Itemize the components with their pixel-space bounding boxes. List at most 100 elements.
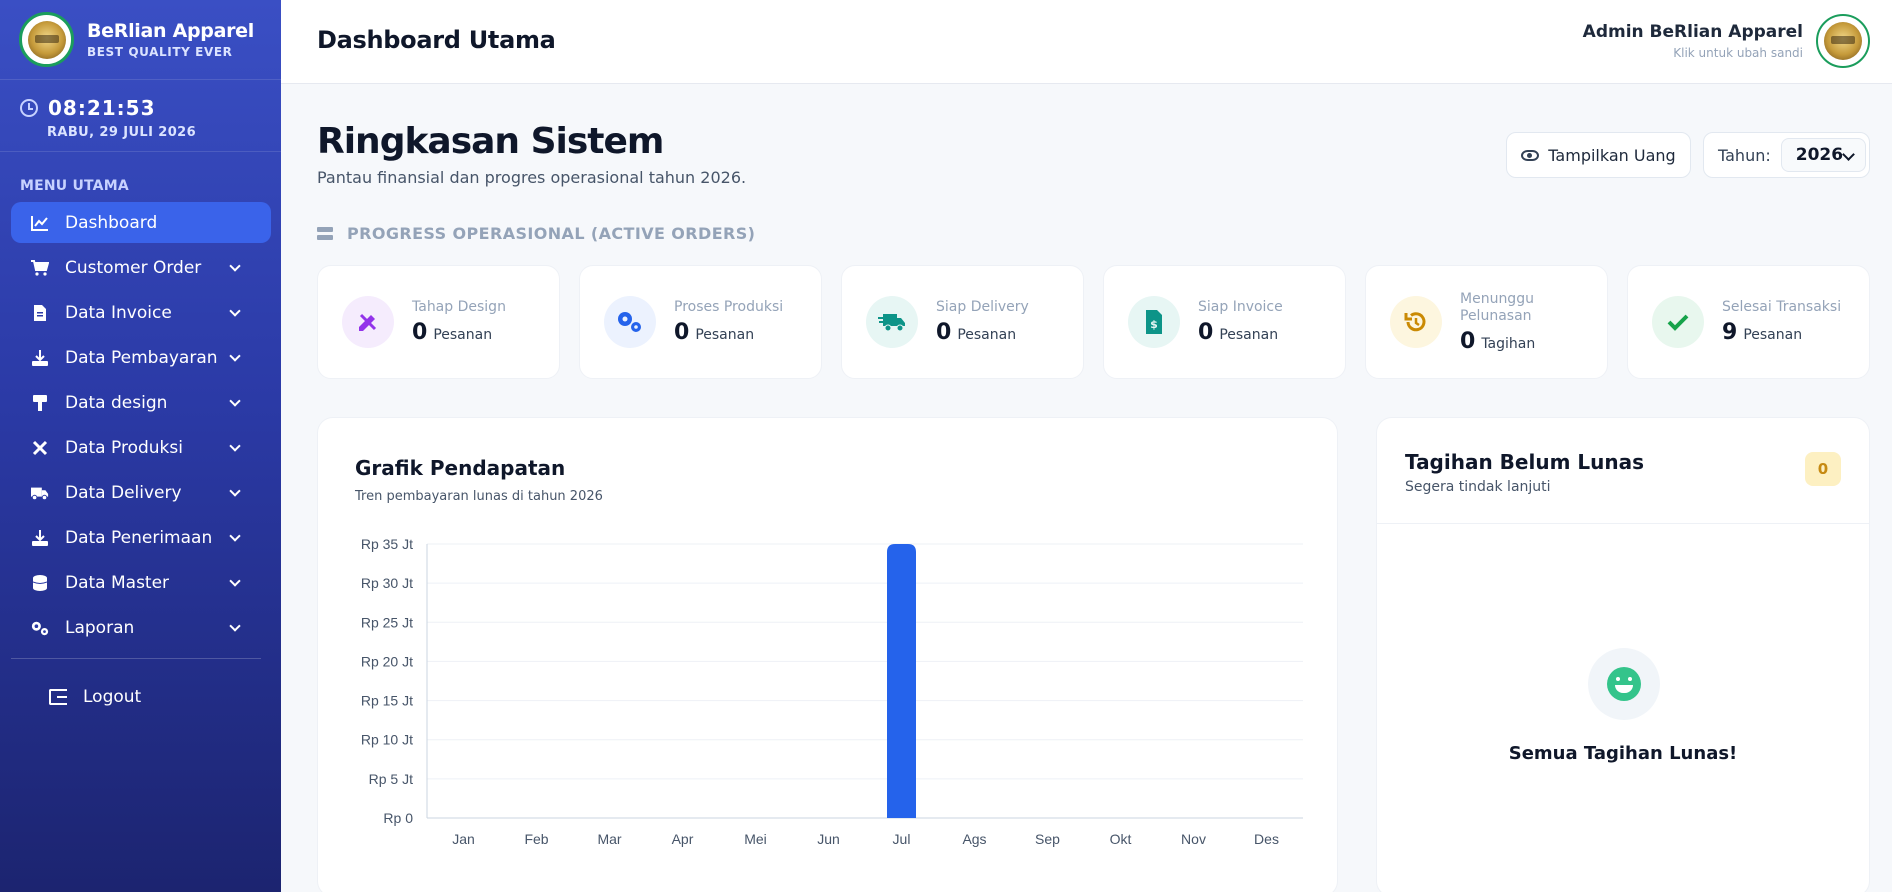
brand-tagline: BEST QUALITY EVER — [87, 45, 233, 59]
brand-logo — [19, 12, 74, 67]
y-tick-label: Rp 25 Jt — [361, 614, 413, 630]
avatar[interactable] — [1816, 14, 1870, 68]
chevron-down-icon — [229, 439, 241, 452]
chart-line-icon — [31, 215, 49, 231]
grin-icon — [1607, 667, 1641, 701]
stat-value: 0 — [936, 320, 952, 345]
sidebar-item-label: Laporan — [65, 617, 135, 638]
x-tick-label: Jul — [893, 831, 911, 847]
show-money-label: Tampilkan Uang — [1548, 145, 1676, 165]
sidebar-item-label: Dashboard — [65, 212, 158, 233]
sidebar-item-label: Data Penerimaan — [65, 527, 213, 548]
stat-icon-bg — [866, 296, 918, 348]
x-tick-label: Jun — [817, 831, 840, 847]
sidebar-item-data-invoice[interactable]: Data Invoice — [11, 292, 271, 333]
year-select[interactable]: 2026 — [1780, 138, 1866, 172]
file-invoice-dollar-icon: $ — [1146, 310, 1162, 334]
top-header: Dashboard Utama Admin BeRlian Apparel Kl… — [281, 0, 1892, 84]
stat-card-selesai-transaksi[interactable]: Selesai Transaksi 9 Pesanan — [1627, 265, 1870, 379]
year-value: 2026 — [1795, 145, 1844, 165]
stat-unit: Pesanan — [695, 327, 755, 343]
bar-jul — [887, 544, 916, 818]
stat-icon-bg — [1390, 296, 1442, 348]
stat-icon-bg — [342, 296, 394, 348]
download-icon — [31, 349, 49, 366]
x-tick-label: Jan — [452, 831, 475, 847]
bills-subtitle: Segera tindak lanjuti — [1405, 479, 1551, 495]
stat-label: Menunggu Pelunasan — [1460, 290, 1534, 324]
database-icon — [31, 574, 49, 591]
sidebar-item-data-pembayaran[interactable]: Data Pembayaran — [11, 337, 271, 378]
sidebar-item-data-master[interactable]: Data Master — [11, 562, 271, 603]
change-password-hint[interactable]: Klik untuk ubah sandi — [1583, 46, 1803, 60]
sidebar: BeRlian Apparel BEST QUALITY EVER 08:21:… — [0, 0, 281, 892]
sidebar-item-label: Data Delivery — [65, 482, 182, 503]
sidebar-item-data-produksi[interactable]: Data Produksi — [11, 427, 271, 468]
page-header-title: Dashboard Utama — [317, 26, 556, 54]
y-tick-label: Rp 0 — [383, 810, 413, 826]
clock-icon — [20, 99, 38, 117]
user-profile[interactable]: Admin BeRlian Apparel Klik untuk ubah sa… — [1583, 14, 1870, 68]
stat-label: Tahap Design — [412, 299, 506, 315]
x-tick-label: Ags — [962, 831, 986, 847]
show-money-button[interactable]: Tampilkan Uang — [1506, 132, 1691, 178]
sidebar-item-data-delivery[interactable]: Data Delivery — [11, 472, 271, 513]
tools-icon — [31, 440, 49, 456]
stat-label: Selesai Transaksi — [1722, 299, 1842, 315]
sidebar-item-label: Data design — [65, 392, 168, 413]
stat-label: Proses Produksi — [674, 299, 784, 315]
download-icon — [31, 529, 49, 546]
menu-title: MENU UTAMA — [20, 178, 129, 194]
server-icon — [317, 227, 333, 240]
sidebar-item-dashboard[interactable]: Dashboard — [11, 202, 271, 243]
check-icon — [1667, 314, 1689, 331]
bills-empty-message: Semua Tagihan Lunas! — [1508, 743, 1738, 764]
y-tick-label: Rp 20 Jt — [361, 653, 413, 669]
x-tick-label: Des — [1254, 831, 1279, 847]
cogs-icon — [618, 312, 641, 332]
revenue-chart-card: Grafik Pendapatan Tren pembayaran lunas … — [317, 417, 1338, 892]
unpaid-bills-card: Tagihan Belum Lunas Segera tindak lanjut… — [1376, 417, 1870, 892]
chevron-down-icon — [229, 349, 241, 362]
stat-card-siap-invoice[interactable]: $ Siap Invoice 0 Pesanan — [1103, 265, 1346, 379]
pencil-ruler-icon — [359, 313, 377, 331]
stat-value: 9 — [1722, 320, 1738, 345]
sidebar-item-laporan[interactable]: Laporan — [11, 607, 271, 648]
eye-icon — [1521, 149, 1540, 161]
clock-panel: 08:21:53 RABU, 29 JULI 2026 — [0, 80, 281, 152]
invoice-icon — [31, 304, 49, 321]
x-tick-label: Okt — [1110, 831, 1132, 847]
logout-button[interactable]: Logout — [0, 659, 281, 707]
stat-card-siap-delivery[interactable]: Siap Delivery 0 Pesanan — [841, 265, 1084, 379]
y-tick-label: Rp 35 Jt — [361, 536, 413, 552]
bills-count-badge: 0 — [1805, 452, 1841, 486]
stat-card-proses-produksi[interactable]: Proses Produksi 0 Pesanan — [579, 265, 822, 379]
user-name: Admin BeRlian Apparel — [1582, 22, 1803, 42]
stat-card-menunggu-pelunasan[interactable]: Menunggu Pelunasan 0 Tagihan — [1365, 265, 1608, 379]
stat-value: 0 — [1198, 320, 1214, 345]
section-title-text: PROGRESS OPERASIONAL (ACTIVE ORDERS) — [347, 224, 756, 243]
brand[interactable]: BeRlian Apparel BEST QUALITY EVER — [0, 0, 281, 80]
year-filter: Tahun: 2026 — [1703, 132, 1870, 178]
logout-label: Logout — [83, 687, 142, 707]
clock-date: RABU, 29 JULI 2026 — [47, 125, 197, 140]
sidebar-item-customer-order[interactable]: Customer Order — [11, 247, 271, 288]
chevron-down-icon — [229, 394, 241, 407]
sidebar-item-data-penerimaan[interactable]: Data Penerimaan — [11, 517, 271, 558]
stat-unit: Pesanan — [1219, 327, 1279, 343]
chevron-down-icon — [229, 484, 241, 497]
x-tick-label: Nov — [1181, 831, 1206, 847]
stat-label: Siap Delivery — [936, 299, 1029, 315]
stat-card-tahap-design[interactable]: Tahap Design 0 Pesanan — [317, 265, 560, 379]
chevron-down-icon — [229, 259, 241, 272]
revenue-chart: Rp 0 Rp 5 Jt Rp 10 Jt Rp 15 Jt Rp 20 Jt Rp 25… — [361, 536, 1303, 847]
sidebar-item-label: Data Produksi — [65, 437, 183, 458]
sidebar-item-label: Data Invoice — [65, 302, 172, 323]
page-subtitle: Pantau finansial dan progres operasional… — [317, 168, 747, 187]
y-tick-label: Rp 30 Jt — [361, 575, 413, 591]
y-tick-label: Rp 5 Jt — [369, 771, 413, 787]
stat-unit: Pesanan — [433, 327, 493, 343]
x-tick-label: Sep — [1035, 831, 1060, 847]
year-label: Tahun: — [1718, 145, 1771, 165]
sidebar-item-data-design[interactable]: Data design — [11, 382, 271, 423]
